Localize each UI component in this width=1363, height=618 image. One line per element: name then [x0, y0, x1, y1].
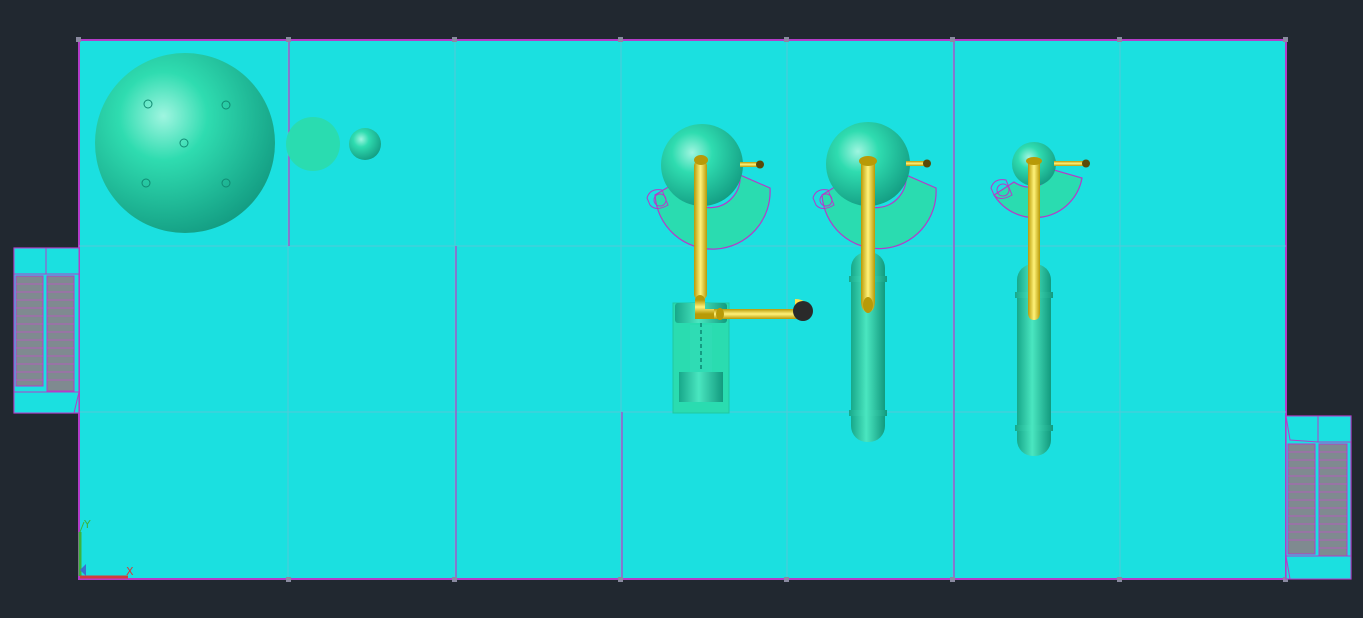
ucs-y-label: Y	[83, 518, 91, 531]
model-viewport[interactable]: X Y	[0, 0, 1363, 618]
round-pad[interactable]	[286, 117, 340, 171]
small-sphere[interactable]	[349, 128, 381, 160]
stair-left[interactable]	[13, 247, 80, 414]
pipe-2[interactable]	[859, 156, 877, 313]
drawing-canvas[interactable]: X Y	[0, 0, 1363, 618]
storage-sphere[interactable]	[95, 53, 275, 233]
ucs-x-label: X	[126, 565, 134, 578]
stair-right[interactable]	[1285, 415, 1352, 580]
pipe-3[interactable]	[1026, 157, 1042, 320]
